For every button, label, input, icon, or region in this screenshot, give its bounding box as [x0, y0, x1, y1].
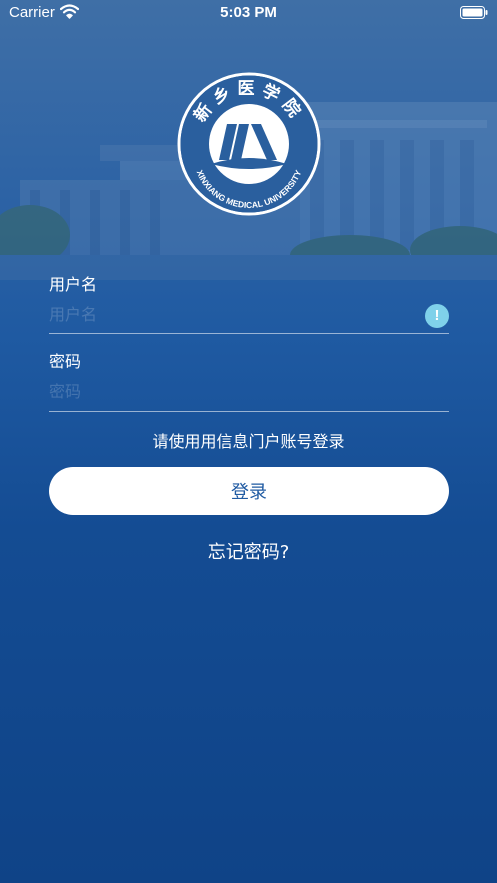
exclamation-icon: ! [425, 304, 449, 328]
login-button[interactable]: 登录 [49, 467, 449, 515]
username-input[interactable] [49, 299, 419, 329]
university-logo: 新乡医学院 XINXIANG MEDICAL UNIVERSITY [177, 72, 321, 216]
status-time: 5:03 PM [220, 4, 277, 21]
status-bar: Carrier 5:03 PM [0, 0, 497, 26]
username-label: 用户名 [49, 275, 98, 294]
password-input[interactable] [49, 376, 419, 406]
battery-icon [460, 6, 488, 19]
username-underline [49, 333, 449, 334]
password-label: 密码 [49, 352, 82, 371]
login-hint: 请使用用信息门户账号登录 [152, 432, 345, 451]
forgot-password-link[interactable]: 忘记密码? [0, 538, 497, 564]
password-underline [49, 411, 449, 412]
